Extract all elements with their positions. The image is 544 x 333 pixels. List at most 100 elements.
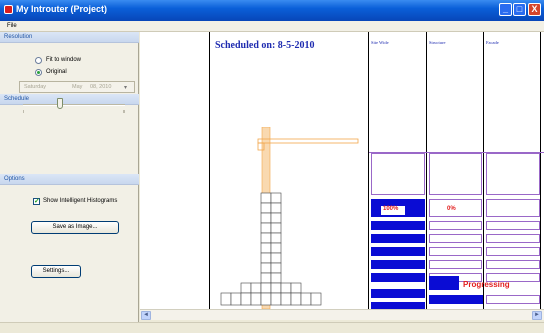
floor-block [280,292,292,306]
histogram-bar [371,273,425,282]
options-header: Options [0,174,139,185]
histogram-bar [371,289,425,298]
histogram-cell [371,153,425,195]
histogram-cell [486,221,540,230]
floor-block [260,242,272,254]
close-button[interactable]: X [528,3,541,16]
floor-block [240,292,252,306]
grid-line [483,32,484,309]
settings-button[interactable]: Settings... [31,265,81,278]
view-divider [209,32,210,309]
histogram-bar [371,247,425,256]
minimize-button[interactable]: _ [499,3,512,16]
checkbox-label: Show Intelligent Histograms [43,198,118,204]
schedule-slider-thumb[interactable] [57,98,63,109]
horizontal-scrollbar[interactable]: ◄ ► [140,309,544,320]
histogram-cell [486,153,540,195]
radio-label: Original [46,69,67,75]
histogram-bar [429,295,483,304]
histogram-cell [486,234,540,243]
chevron-down-icon[interactable]: ▾ [124,84,132,91]
histogram-cell [429,221,482,230]
title-bar: My Introuter (Project) _ □ X [0,0,544,21]
histogram-cell [429,153,482,195]
column-header-structure: Structure [429,40,446,45]
grid-line [540,32,541,309]
app-icon [4,5,13,14]
floor-block [240,282,252,294]
menu-file[interactable]: File [7,23,17,29]
floor-block [280,282,292,294]
schedule-view: Scheduled on: 8-5-2010 Site Wide Structu… [140,32,544,309]
floor-block [260,192,272,204]
floor-block [260,222,272,234]
checkmark-icon[interactable]: ✓ [33,198,40,205]
options-section: Options [0,174,139,185]
floor-block [260,272,272,284]
schedule-slider-track[interactable] [23,104,125,106]
floor-block [300,292,312,306]
floor-block [260,252,272,264]
show-histograms-checkbox[interactable]: ✓ Show Intelligent Histograms [33,197,133,207]
floor-block [270,262,282,274]
radio-label: Fit to window [46,57,82,63]
percent-label-site-wide: 100% [381,206,405,215]
maximize-button[interactable]: □ [513,3,526,16]
floor-block [270,282,282,294]
histogram-bar [429,276,459,290]
radio-fit-to-window[interactable]: Fit to window [35,56,125,66]
floor-block [270,202,282,214]
floor-block [270,292,282,306]
histogram-cell [429,234,482,243]
building-crane-drawing [220,127,359,309]
histogram-cell [486,295,540,304]
progressing-label: Progressing [463,280,510,289]
floor-block [260,232,272,244]
floor-block [260,282,272,294]
status-bar [0,322,544,333]
column-header-site-wide: Site Wide [371,40,389,45]
floor-block [270,252,282,264]
floor-block [290,292,302,306]
histogram-cell [486,199,540,217]
histogram-bar [371,302,425,309]
radio-circle[interactable] [35,57,42,64]
date-day: Saturday [24,84,47,90]
floor-block [260,212,272,224]
resolution-section: Resolution [0,32,139,43]
scroll-left-icon[interactable]: ◄ [141,311,151,320]
save-as-image-button[interactable]: Save as Image... [31,221,119,234]
floor-block [260,202,272,214]
floor-block [260,292,272,306]
histogram-cell [486,247,540,256]
floor-block [250,282,262,294]
crane-jib [257,138,359,144]
radio-original[interactable]: Original [35,68,125,78]
menu-bar: File [0,21,544,32]
histogram-cell [429,247,482,256]
histogram-bar [371,260,425,269]
slider-ticks [23,110,125,113]
percent-label-structure: 0% [447,206,456,212]
floor-block [270,232,282,244]
floor-block [230,292,242,306]
histogram-bar [371,221,425,230]
column-header-facade: Facade [486,40,499,45]
window-title: My Introuter (Project) [16,4,108,14]
schedule-date-picker[interactable]: Saturday May 08, 2010 ▾ [19,81,135,93]
grid-line [426,32,427,309]
histogram-cell [429,260,482,269]
grid-line [369,152,544,153]
scheduled-on-title: Scheduled on: 8-5-2010 [215,40,315,51]
histogram-cell [486,260,540,269]
floor-block [260,262,272,274]
floor-block [250,292,262,306]
scroll-right-icon[interactable]: ► [532,311,542,320]
floor-block [270,242,282,254]
histogram-bar [371,234,425,243]
floor-block [290,282,302,294]
resolution-header: Resolution [0,32,139,43]
floor-block [270,272,282,284]
floor-block [220,292,232,306]
radio-circle-selected[interactable] [35,69,42,76]
